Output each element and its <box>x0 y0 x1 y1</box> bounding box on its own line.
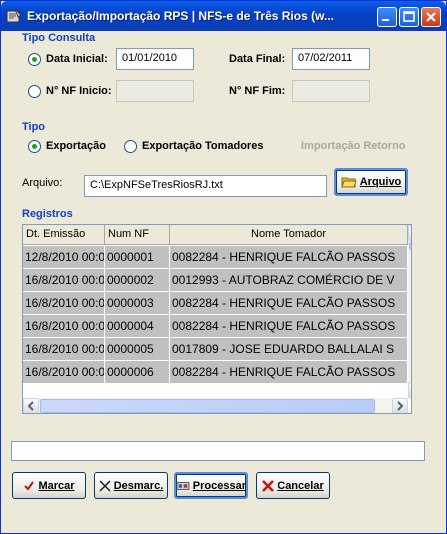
table-row[interactable]: 16/8/2010 00:00 0000006 0082284 - HENRIQ… <box>23 361 408 384</box>
grid-header: Dt. Emissão Num NF Nome Tomador <box>23 225 408 245</box>
data-radio[interactable] <box>28 53 41 66</box>
nf-radio[interactable] <box>28 85 41 98</box>
scroll-left-button[interactable] <box>23 398 39 413</box>
marcar-button[interactable]: Marcar <box>12 472 86 499</box>
nf-inicio-input[interactable] <box>116 80 194 102</box>
arquivo-input[interactable]: C:\ExpNFSeTresRiosRJ.txt <box>84 175 327 197</box>
cell-dt-emissao: 16/8/2010 00:00 <box>23 292 105 315</box>
close-icon <box>426 12 436 22</box>
arquivo-label: Arquivo: <box>22 177 63 189</box>
cell-nome-tomador: 0082284 - HENRIQUE FALCÃO PASSOS <box>170 315 408 338</box>
scroll-up-button[interactable] <box>408 225 412 241</box>
cell-dt-emissao: 16/8/2010 00:00 <box>23 269 105 292</box>
processar-button-label: Processar <box>192 479 246 492</box>
cell-dt-emissao: 12/8/2010 00:00 <box>23 246 105 269</box>
cell-num-nf: 0000001 <box>105 246 170 269</box>
nf-fim-input[interactable] <box>292 80 370 102</box>
data-inicial-label: Data Inicial: <box>46 53 108 65</box>
nf-fim-label: N° NF Fim: <box>229 85 286 97</box>
chevron-up-icon <box>409 226 412 240</box>
column-header-dt-emissao[interactable]: Dt. Emissão <box>23 225 105 245</box>
table-row[interactable]: 12/8/2010 00:00 0000001 0082284 - HENRIQ… <box>23 246 408 269</box>
status-bar <box>11 441 425 461</box>
title-bar[interactable]: Exportação/Importação RPS | NFS-e de Trê… <box>1 1 446 31</box>
minimize-icon <box>382 19 389 21</box>
registros-label: Registros <box>22 208 73 220</box>
horizontal-scroll-thumb[interactable] <box>40 399 375 413</box>
cell-dt-emissao: 16/8/2010 00:00 <box>23 315 105 338</box>
cancelar-button[interactable]: Cancelar <box>256 472 330 499</box>
exportacao-radio[interactable] <box>28 140 41 153</box>
cell-num-nf: 0000005 <box>105 338 170 361</box>
main-window: Exportação/Importação RPS | NFS-e de Trê… <box>0 0 447 534</box>
cell-dt-emissao: 16/8/2010 00:00 <box>23 361 105 384</box>
table-row[interactable]: 16/8/2010 00:00 0000002 0012993 - AUTOBR… <box>23 269 408 292</box>
maximize-button[interactable] <box>399 7 419 27</box>
cell-num-nf: 0000006 <box>105 361 170 384</box>
chevron-right-icon <box>397 401 404 411</box>
cell-nome-tomador: 0012993 - AUTOBRAZ COMÉRCIO DE V <box>170 269 408 292</box>
cell-dt-emissao: 16/8/2010 00:00 <box>23 338 105 361</box>
cell-nome-tomador: 0017809 - JOSE EDUARDO BALLALAI S <box>170 338 408 361</box>
arquivo-button-label: Arquivo <box>359 176 402 188</box>
chevron-down-icon <box>409 383 412 397</box>
cell-nome-tomador: 0082284 - HENRIQUE FALCÃO PASSOS <box>170 292 408 315</box>
cell-num-nf: 0000004 <box>105 315 170 338</box>
data-inicial-input[interactable]: 01/01/2010 <box>116 48 194 70</box>
close-button[interactable] <box>421 7 441 27</box>
cell-nome-tomador: 0082284 - HENRIQUE FALCÃO PASSOS <box>170 246 408 269</box>
check-icon <box>24 480 35 491</box>
registros-grid[interactable]: Dt. Emissão Num NF Nome Tomador 12/8/201… <box>22 224 412 414</box>
vertical-scroll-thumb[interactable] <box>409 242 411 250</box>
desmarcar-button[interactable]: Desmarc. <box>94 472 168 499</box>
scroll-right-button[interactable] <box>392 398 408 413</box>
column-header-num-nf[interactable]: Num NF <box>105 225 170 245</box>
data-final-label: Data Final: <box>229 53 286 65</box>
column-header-nome-tomador[interactable]: Nome Tomador <box>170 225 408 245</box>
vertical-scrollbar[interactable] <box>408 225 412 398</box>
desmarcar-button-label: Desmarc. <box>113 479 164 492</box>
tipo-label: Tipo <box>22 121 46 133</box>
importacao-retorno-label[interactable]: Importação Retorno <box>301 140 406 152</box>
cell-num-nf: 0000003 <box>105 292 170 315</box>
horizontal-scrollbar[interactable] <box>23 398 408 413</box>
cell-nome-tomador: 0082284 - HENRIQUE FALCÃO PASSOS <box>170 361 408 384</box>
minimize-button[interactable] <box>377 7 397 27</box>
process-icon <box>176 481 190 490</box>
marcar-button-label: Marcar <box>38 479 75 492</box>
data-final-input[interactable]: 07/02/2011 <box>292 48 370 70</box>
cancel-icon <box>262 479 275 492</box>
chevron-left-icon <box>27 401 34 411</box>
arquivo-button[interactable]: Arquivo <box>334 168 408 196</box>
table-row[interactable]: 16/8/2010 00:00 0000003 0082284 - HENRIQ… <box>23 292 408 315</box>
maximize-icon <box>403 11 415 22</box>
nf-inicio-label: N° NF Inicio: <box>46 85 112 97</box>
exportacao-tomadores-label: Exportação Tomadores <box>142 140 264 152</box>
exportacao-label: Exportação <box>46 140 106 152</box>
exportacao-tomadores-radio[interactable] <box>124 140 137 153</box>
uncheck-icon <box>99 479 111 492</box>
tipo-consulta-label: Tipo Consulta <box>22 32 96 44</box>
processar-button[interactable]: Processar <box>174 472 248 499</box>
table-row[interactable]: 16/8/2010 00:00 0000004 0082284 - HENRIQ… <box>23 315 408 338</box>
folder-icon <box>341 177 357 188</box>
scroll-down-button[interactable] <box>408 382 412 398</box>
app-icon[interactable] <box>6 8 22 24</box>
cell-num-nf: 0000002 <box>105 269 170 292</box>
table-row[interactable]: 16/8/2010 00:00 0000005 0017809 - JOSE E… <box>23 338 408 361</box>
window-title: Exportação/Importação RPS | NFS-e de Trê… <box>27 9 334 23</box>
cancelar-button-label: Cancelar <box>277 479 324 492</box>
